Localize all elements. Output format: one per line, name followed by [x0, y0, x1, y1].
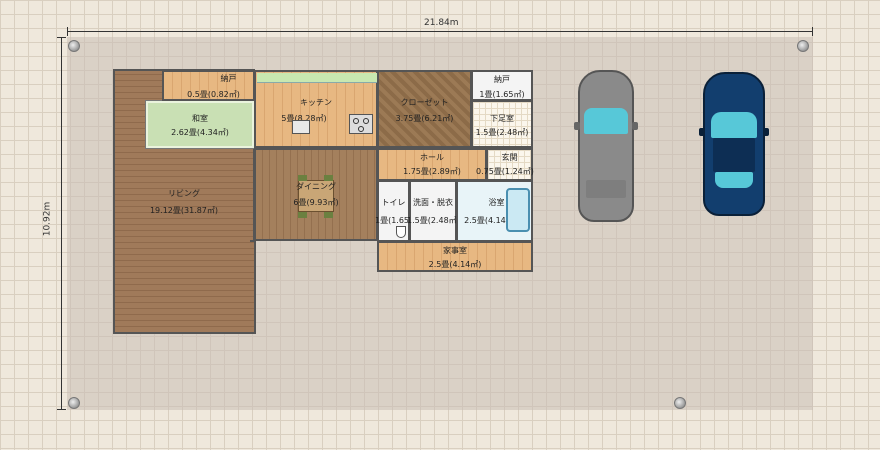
room-housework-area: 2.5畳(4.14㎡)	[428, 260, 482, 269]
room-entrance[interactable]: 玄関 0.75畳(1.24㎡)	[476, 148, 534, 181]
room-dining-area: 6畳(9.93㎡)	[293, 198, 339, 207]
room-nando-large[interactable]: 納戸 1畳(1.65㎡)	[471, 70, 533, 101]
room-living-extension	[250, 240, 256, 334]
corner-marker-bottom-left[interactable]	[68, 397, 80, 409]
room-nando-small-name: 納戸	[220, 74, 237, 83]
corner-marker-top-right[interactable]	[797, 40, 809, 52]
car-gray[interactable]	[574, 70, 638, 222]
room-closet[interactable]: クローゼット 3.75畳(6.21㎡)	[377, 70, 472, 148]
room-shoes-area: 1.5畳(2.48㎡)	[475, 128, 529, 137]
room-housework[interactable]: 家事室 2.5畳(4.14㎡)	[377, 241, 533, 272]
room-shoes[interactable]: 下足室 1.5畳(2.48㎡)	[471, 100, 533, 148]
car-gray-mirror	[574, 122, 580, 130]
width-dimension-tick-right	[812, 27, 813, 36]
car-gray-body	[578, 70, 634, 222]
dining-chair	[324, 175, 333, 181]
car-blue-mirror	[699, 128, 705, 136]
dining-chair	[298, 212, 307, 218]
height-dimension-tick-top	[57, 37, 66, 38]
car-gray-mirror	[632, 122, 638, 130]
room-kitchen[interactable]: キッチン 5畳(8.28㎡)	[254, 70, 378, 148]
room-hall-name: ホール	[420, 153, 444, 162]
room-housework-name: 家事室	[443, 246, 467, 255]
room-living-area: 19.12畳(31.87㎡)	[149, 206, 219, 215]
width-dimension-label: 21.84m	[424, 18, 459, 28]
room-nando-small[interactable]: 納戸 0.5畳(0.82㎡)	[162, 70, 255, 101]
height-dimension-tick-bottom	[57, 409, 66, 410]
room-washroom-name: 洗面・脱衣	[413, 198, 453, 207]
height-dimension-line	[61, 37, 62, 410]
room-entrance-area: 0.75畳(1.24㎡)	[476, 167, 534, 176]
room-toilet[interactable]: トイレ 1畳(1.65㎡)	[375, 180, 421, 242]
toilet-icon	[396, 226, 406, 238]
car-blue-mirror	[763, 128, 769, 136]
car-gray-rear-window	[586, 180, 626, 198]
room-nando-large-name: 納戸	[494, 75, 510, 84]
room-nando-large-area: 1畳(1.65㎡)	[479, 90, 525, 99]
car-blue-rear-window	[715, 172, 753, 188]
room-nando-small-area: 0.5畳(0.82㎡)	[187, 90, 240, 99]
room-toilet-name: トイレ	[381, 198, 406, 207]
room-dining-name: ダイニング	[296, 182, 336, 191]
sink-icon	[292, 120, 310, 134]
room-living-name: リビング	[168, 189, 200, 198]
height-dimension-label: 10.92m	[42, 201, 53, 237]
kitchen-counter	[257, 73, 377, 83]
room-hall[interactable]: ホール 1.75畳(2.89㎡)	[377, 148, 487, 181]
room-toilet-area: 1畳(1.65㎡)	[375, 216, 421, 225]
room-washitsu-area: 2.62畳(4.34㎡)	[171, 128, 229, 137]
room-washroom[interactable]: 洗面・脱衣 1.5畳(2.48㎡)	[407, 180, 460, 242]
room-closet-area: 3.75畳(6.21㎡)	[395, 114, 454, 123]
car-blue-cabin	[713, 138, 755, 172]
stove-icon	[349, 114, 373, 134]
room-shoes-name: 下足室	[490, 114, 514, 123]
car-gray-windshield	[584, 108, 628, 134]
width-dimension-tick-left	[67, 27, 68, 36]
room-dining[interactable]: ダイニング 6畳(9.93㎡)	[254, 148, 378, 241]
room-entrance-name: 玄関	[501, 153, 518, 162]
corner-marker-top-left[interactable]	[68, 40, 80, 52]
car-blue-windshield	[711, 112, 757, 138]
bathtub-icon	[506, 188, 530, 232]
corner-marker-bottom-right[interactable]	[674, 397, 686, 409]
room-bath[interactable]: 浴室 2.5畳(4.14㎡)	[456, 180, 533, 242]
room-washitsu[interactable]: 和室 2.62畳(4.34㎡)	[145, 100, 255, 149]
room-hall-area: 1.75畳(2.89㎡)	[403, 167, 461, 176]
dining-chair	[298, 175, 307, 181]
width-dimension-line	[67, 31, 813, 32]
car-blue[interactable]	[699, 72, 769, 216]
room-washroom-area: 1.5畳(2.48㎡)	[407, 216, 460, 225]
room-closet-name: クローゼット	[400, 98, 449, 107]
dining-chair	[324, 212, 333, 218]
room-kitchen-name: キッチン	[300, 98, 332, 107]
